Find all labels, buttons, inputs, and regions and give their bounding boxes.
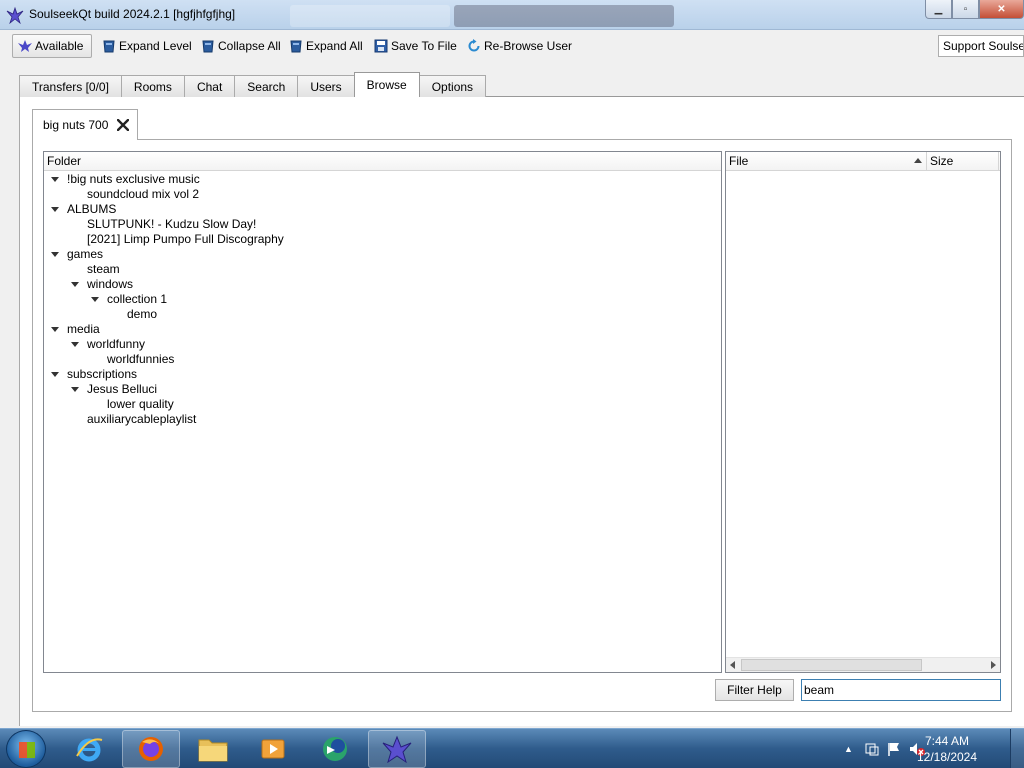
expand-arrow-icon[interactable] bbox=[51, 252, 59, 257]
folder-header-label: Folder bbox=[47, 154, 82, 168]
folder-label: worldfunnies bbox=[107, 352, 175, 366]
filter-input[interactable] bbox=[801, 679, 1001, 701]
expand-arrow-icon[interactable] bbox=[51, 177, 59, 182]
soulseek-taskbar-icon[interactable] bbox=[368, 730, 426, 768]
folder-label: media bbox=[67, 322, 100, 336]
rebrowse-user-button[interactable]: Re-Browse User bbox=[464, 34, 575, 58]
sort-ascending-icon bbox=[914, 158, 922, 163]
folder-label: soundcloud mix vol 2 bbox=[87, 187, 200, 201]
expand-arrow-icon[interactable] bbox=[51, 327, 59, 332]
expand-level-label: Expand Level bbox=[119, 39, 192, 53]
collapse-all-label: Collapse All bbox=[218, 39, 281, 53]
expand-all-label: Expand All bbox=[306, 39, 363, 53]
floppy-disk-icon bbox=[374, 39, 388, 53]
folder-label: Jesus Belluci bbox=[87, 382, 158, 396]
refresh-icon bbox=[468, 39, 480, 52]
scroll-right-icon[interactable] bbox=[991, 661, 996, 669]
folder-label: collection 1 bbox=[107, 292, 168, 306]
scroll-left-icon[interactable] bbox=[730, 661, 735, 669]
tab-chat[interactable]: Chat bbox=[183, 75, 236, 97]
minimize-button[interactable]: ▁ bbox=[925, 0, 952, 19]
show-hidden-icons-icon[interactable]: ▲ bbox=[844, 744, 853, 754]
taskbar-clock[interactable]: 7:44 AM 12/18/2024 bbox=[912, 733, 982, 765]
expand-arrow-icon[interactable] bbox=[91, 297, 99, 302]
bucket-icon bbox=[290, 40, 302, 53]
expand-level-button[interactable]: Expand Level bbox=[99, 34, 195, 58]
folder-label: subscriptions bbox=[67, 367, 138, 381]
save-to-file-label: Save To File bbox=[391, 39, 457, 53]
tab-users[interactable]: Users bbox=[297, 75, 355, 97]
firefox-icon[interactable] bbox=[122, 730, 180, 768]
folder-label: steam bbox=[87, 262, 120, 276]
folder-label: !big nuts exclusive music bbox=[67, 172, 200, 186]
save-to-file-button[interactable]: Save To File bbox=[371, 34, 460, 58]
flag-icon[interactable] bbox=[886, 741, 902, 757]
expand-arrow-icon[interactable] bbox=[71, 282, 79, 287]
tab-search[interactable]: Search bbox=[234, 75, 299, 97]
folder-label: ALBUMS bbox=[67, 202, 117, 216]
background-window-ghost bbox=[290, 5, 450, 27]
folder-label: windows bbox=[87, 277, 134, 291]
toolbar: Available Expand Level Collapse All Expa… bbox=[0, 30, 1024, 62]
expand-arrow-icon[interactable] bbox=[51, 372, 59, 377]
browse-user-tab-label: big nuts 700 bbox=[43, 118, 109, 132]
expand-arrow-icon[interactable] bbox=[51, 207, 59, 212]
bucket-icon bbox=[202, 40, 214, 53]
tab-rooms[interactable]: Rooms bbox=[120, 75, 185, 97]
tab-options[interactable]: Options bbox=[418, 75, 487, 97]
main-tabs: Transfers [0/0] Rooms Chat Search Users … bbox=[19, 72, 487, 97]
messenger-icon[interactable] bbox=[306, 730, 364, 768]
taskbar: ▲ 7:44 AM 12/18/2024 bbox=[0, 728, 1024, 768]
window-title-bar[interactable]: SoulseekQt build 2024.2.1 [hgfjhfgfjhg] … bbox=[0, 0, 1024, 30]
show-desktop-button[interactable] bbox=[1010, 729, 1024, 768]
folder-label: worldfunny bbox=[87, 337, 146, 351]
media-player-icon[interactable] bbox=[244, 730, 302, 768]
support-soulseek-button[interactable]: Support Soulseek bbox=[938, 35, 1024, 57]
close-window-button[interactable]: ✕ bbox=[979, 0, 1024, 19]
folder-label: demo bbox=[127, 307, 158, 321]
size-column-header[interactable]: Size bbox=[927, 152, 999, 171]
bucket-icon bbox=[103, 40, 115, 53]
soulseek-bird-icon bbox=[6, 6, 24, 24]
folder-label: games bbox=[67, 247, 104, 261]
horizontal-scrollbar[interactable] bbox=[726, 657, 1000, 672]
folder-label: lower quality bbox=[107, 397, 174, 411]
action-center-icon[interactable] bbox=[864, 741, 880, 757]
folder-label: auxiliarycableplaylist bbox=[87, 412, 197, 426]
folder-label: SLUTPUNK! - Kudzu Slow Day! bbox=[87, 217, 257, 231]
folder-tree[interactable]: Folder !big nuts exclusive music soundclo… bbox=[43, 151, 722, 673]
start-button[interactable] bbox=[6, 730, 46, 768]
internet-explorer-icon[interactable] bbox=[60, 730, 118, 768]
rebrowse-user-label: Re-Browse User bbox=[484, 39, 573, 53]
available-label: Available bbox=[35, 39, 84, 53]
close-tab-icon[interactable] bbox=[117, 119, 130, 131]
file-column-header[interactable]: File bbox=[726, 152, 927, 171]
tab-browse[interactable]: Browse bbox=[353, 72, 420, 97]
maximize-button[interactable]: ▫ bbox=[952, 0, 979, 19]
browse-user-tab[interactable]: big nuts 700 bbox=[32, 109, 138, 140]
collapse-all-button[interactable]: Collapse All bbox=[198, 34, 284, 58]
expand-arrow-icon[interactable] bbox=[71, 342, 79, 347]
expand-arrow-icon[interactable] bbox=[71, 387, 79, 392]
file-list[interactable]: File Size bbox=[725, 151, 1001, 673]
clock-date: 12/18/2024 bbox=[916, 750, 978, 764]
clock-time: 7:44 AM bbox=[924, 734, 970, 748]
file-explorer-icon[interactable] bbox=[184, 730, 242, 768]
folder-column-header[interactable]: Folder bbox=[44, 152, 721, 171]
file-header-label: File bbox=[729, 154, 749, 168]
soulseek-bird-icon bbox=[18, 40, 32, 52]
filter-help-button[interactable]: Filter Help bbox=[715, 679, 794, 701]
file-list-header: File Size bbox=[726, 152, 1000, 171]
window-title: SoulseekQt build 2024.2.1 [hgfjhfgfjhg] bbox=[29, 7, 236, 21]
folder-label: [2021] Limp Pumpo Full Discography bbox=[87, 232, 284, 246]
expand-all-button[interactable]: Expand All bbox=[286, 34, 366, 58]
tab-transfers[interactable]: Transfers [0/0] bbox=[19, 75, 122, 97]
size-header-label: Size bbox=[930, 154, 954, 168]
scrollbar-thumb[interactable] bbox=[741, 659, 922, 671]
status-available-button[interactable]: Available bbox=[12, 34, 92, 58]
background-window-ghost bbox=[454, 5, 674, 27]
